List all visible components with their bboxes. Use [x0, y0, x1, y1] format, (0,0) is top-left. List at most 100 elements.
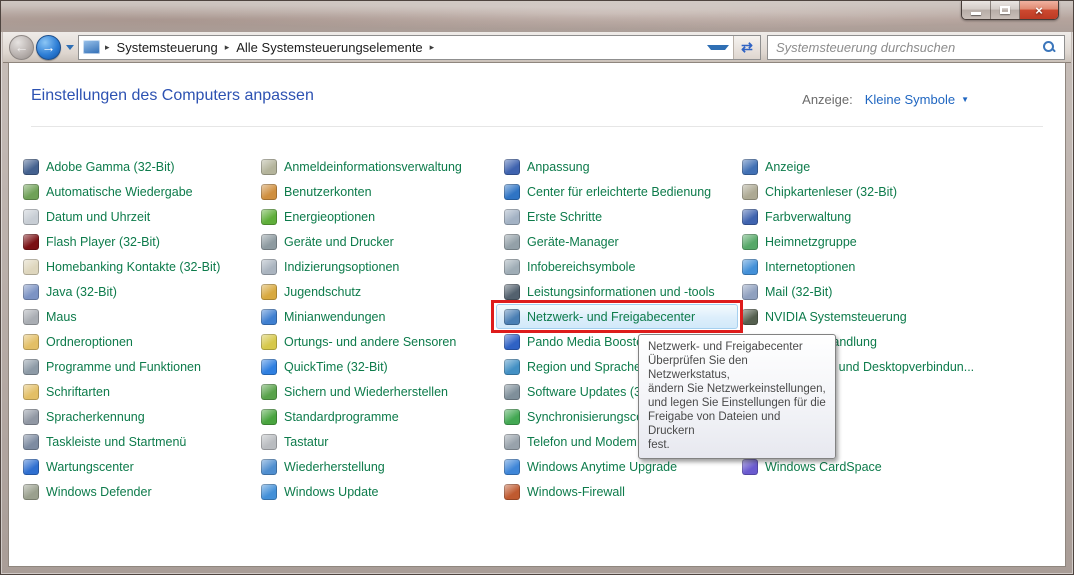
control-panel-item[interactable]: Anpassung [504, 154, 590, 179]
control-panel-item[interactable]: Anzeige [742, 154, 810, 179]
control-panel-item[interactable]: Homebanking Kontakte (32-Bit) [23, 254, 220, 279]
refresh-button[interactable]: ⇄ [733, 35, 760, 59]
region-language-icon [504, 358, 520, 375]
control-panel-item[interactable]: Indizierungsoptionen [261, 254, 399, 279]
explorer-window: × ← → ▸ Systemsteuerung ▸ Alle Systemste… [0, 0, 1074, 575]
control-panel-item[interactable]: Adobe Gamma (32-Bit) [23, 154, 175, 179]
control-panel-item[interactable]: QuickTime (32-Bit) [261, 354, 388, 379]
crumb-arrow-icon[interactable]: ▸ [425, 42, 440, 53]
control-panel-item[interactable]: Taskleiste und Startmenü [23, 429, 186, 454]
control-panel-item[interactable]: Automatische Wiedergabe [23, 179, 193, 204]
control-panel-item[interactable]: Windows-Firewall [504, 479, 625, 504]
item-label: Geräte und Drucker [284, 234, 394, 249]
breadcrumb-alle-elemente[interactable]: Alle Systemsteuerungselemente [234, 39, 424, 56]
item-label: Maus [46, 309, 77, 324]
search-placeholder: Systemsteuerung durchsuchen [776, 39, 956, 55]
item-label: Windows CardSpace [765, 459, 882, 474]
item-label: Anpassung [527, 159, 590, 174]
maximize-button[interactable] [991, 1, 1020, 19]
title-bar[interactable]: × [1, 1, 1073, 32]
software-updates-icon [504, 383, 520, 400]
item-label: Geräte-Manager [527, 234, 619, 249]
calendar-clock-icon [23, 208, 39, 225]
control-panel-item[interactable]: Telefon und Modem [504, 429, 637, 454]
control-panel-item[interactable]: Geräte-Manager [504, 229, 619, 254]
control-panel-item[interactable]: Heimnetzgruppe [742, 229, 857, 254]
item-label: Erste Schritte [527, 209, 603, 224]
parental-controls-icon [261, 283, 277, 300]
item-label: Windows Anytime Upgrade [527, 459, 678, 474]
control-panel-item[interactable]: Erste Schritte [504, 204, 602, 229]
control-panel-item[interactable]: Java (32-Bit) [23, 279, 117, 304]
item-label: Datum und Uhrzeit [46, 209, 151, 224]
control-panel-item[interactable]: Windows Update [261, 479, 379, 504]
item-label: Flash Player (32-Bit) [46, 234, 160, 249]
control-panel-item[interactable]: Ordneroptionen [23, 329, 133, 354]
control-panel-item[interactable]: Anmeldeinformationsverwaltung [261, 154, 462, 179]
mouse-icon [23, 308, 39, 325]
power-plug-icon [261, 208, 277, 225]
control-panel-item[interactable]: Sichern und Wiederherstellen [261, 379, 448, 404]
windows-update-icon [261, 483, 277, 500]
crumb-arrow-icon[interactable]: ▸ [220, 42, 235, 53]
defender-castle-icon [23, 483, 39, 500]
item-label: Infobereichsymbole [527, 259, 636, 274]
control-panel-item[interactable]: Benutzerkonten [261, 179, 372, 204]
control-panel-item[interactable]: Tastatur [261, 429, 328, 454]
control-panel-item[interactable]: Maus [23, 304, 77, 329]
control-panel-item[interactable]: Minianwendungen [261, 304, 385, 329]
performance-tools-icon [504, 283, 520, 300]
item-label: Jugendschutz [284, 284, 362, 299]
item-label: Benutzerkonten [284, 184, 372, 199]
recovery-icon [261, 458, 277, 475]
search-input[interactable]: Systemsteuerung durchsuchen [767, 34, 1065, 60]
item-label: Heimnetzgruppe [765, 234, 857, 249]
device-manager-icon [504, 233, 520, 250]
control-panel-item[interactable]: Wartungscenter [23, 454, 134, 479]
address-bar-right: ⇄ [702, 35, 760, 59]
close-button[interactable]: × [1020, 1, 1058, 19]
control-panel-item[interactable]: Energieoptionen [261, 204, 375, 229]
control-panel-item[interactable]: Chipkartenleser (32-Bit) [742, 179, 897, 204]
control-panel-item[interactable]: Ortungs- und andere Sensoren [261, 329, 456, 354]
control-panel-item[interactable]: Programme und Funktionen [23, 354, 201, 379]
ease-of-access-icon [504, 183, 520, 200]
control-panel-item[interactable]: Datum und Uhrzeit [23, 204, 150, 229]
history-dropdown-icon[interactable] [66, 44, 74, 50]
quicktime-icon [261, 358, 277, 375]
taskbar-startmenu-icon [23, 433, 39, 450]
search-icon[interactable] [1042, 40, 1056, 54]
control-panel-item[interactable]: Windows Defender [23, 479, 152, 504]
control-panel-item[interactable]: Farbverwaltung [742, 204, 851, 229]
control-panel-item[interactable]: Center für erleichterte Bedienung [504, 179, 711, 204]
control-panel-item[interactable]: Spracherkennung [23, 404, 145, 429]
control-panel-item[interactable]: Infobereichsymbole [504, 254, 635, 279]
color-management-icon [742, 208, 758, 225]
control-panel-item[interactable]: Standardprogramme [261, 404, 399, 429]
control-panel-item[interactable]: Flash Player (32-Bit) [23, 229, 160, 254]
control-panel-item[interactable]: Wiederherstellung [261, 454, 385, 479]
notification-icons-icon [504, 258, 520, 275]
address-dropdown-icon[interactable] [707, 44, 729, 50]
control-panel-item[interactable]: NVIDIA Systemsteuerung [742, 304, 907, 329]
minimize-button[interactable] [962, 1, 991, 19]
item-label: Adobe Gamma (32-Bit) [46, 159, 175, 174]
breadcrumb-systemsteuerung[interactable]: Systemsteuerung [115, 39, 220, 56]
control-panel-item[interactable]: Jugendschutz [261, 279, 361, 304]
location-sensors-icon [261, 333, 277, 350]
address-bar[interactable]: ▸ Systemsteuerung ▸ Alle Systemsteuerung… [78, 34, 761, 60]
item-label: Energieoptionen [284, 209, 376, 224]
item-label: Region und Sprache [527, 359, 641, 374]
control-panel-item[interactable]: Region und Sprache [504, 354, 641, 379]
control-panel-item[interactable]: Mail (32-Bit) [742, 279, 832, 304]
monitor-gamma-icon [23, 158, 39, 175]
tooltip-title: Netzwerk- und Freigabecenter [648, 341, 803, 353]
tooltip-body: Überprüfen Sie den Netzwerkstatus, änder… [648, 355, 826, 451]
control-panel-item[interactable]: Internetoptionen [742, 254, 855, 279]
back-button[interactable]: ← [9, 34, 34, 60]
forward-button[interactable]: → [36, 34, 61, 60]
control-panel-item[interactable]: Schriftarten [23, 379, 110, 404]
crumb-arrow-icon[interactable]: ▸ [100, 42, 115, 53]
control-panel-item[interactable]: Geräte und Drucker [261, 229, 394, 254]
item-label: Farbverwaltung [765, 209, 852, 224]
